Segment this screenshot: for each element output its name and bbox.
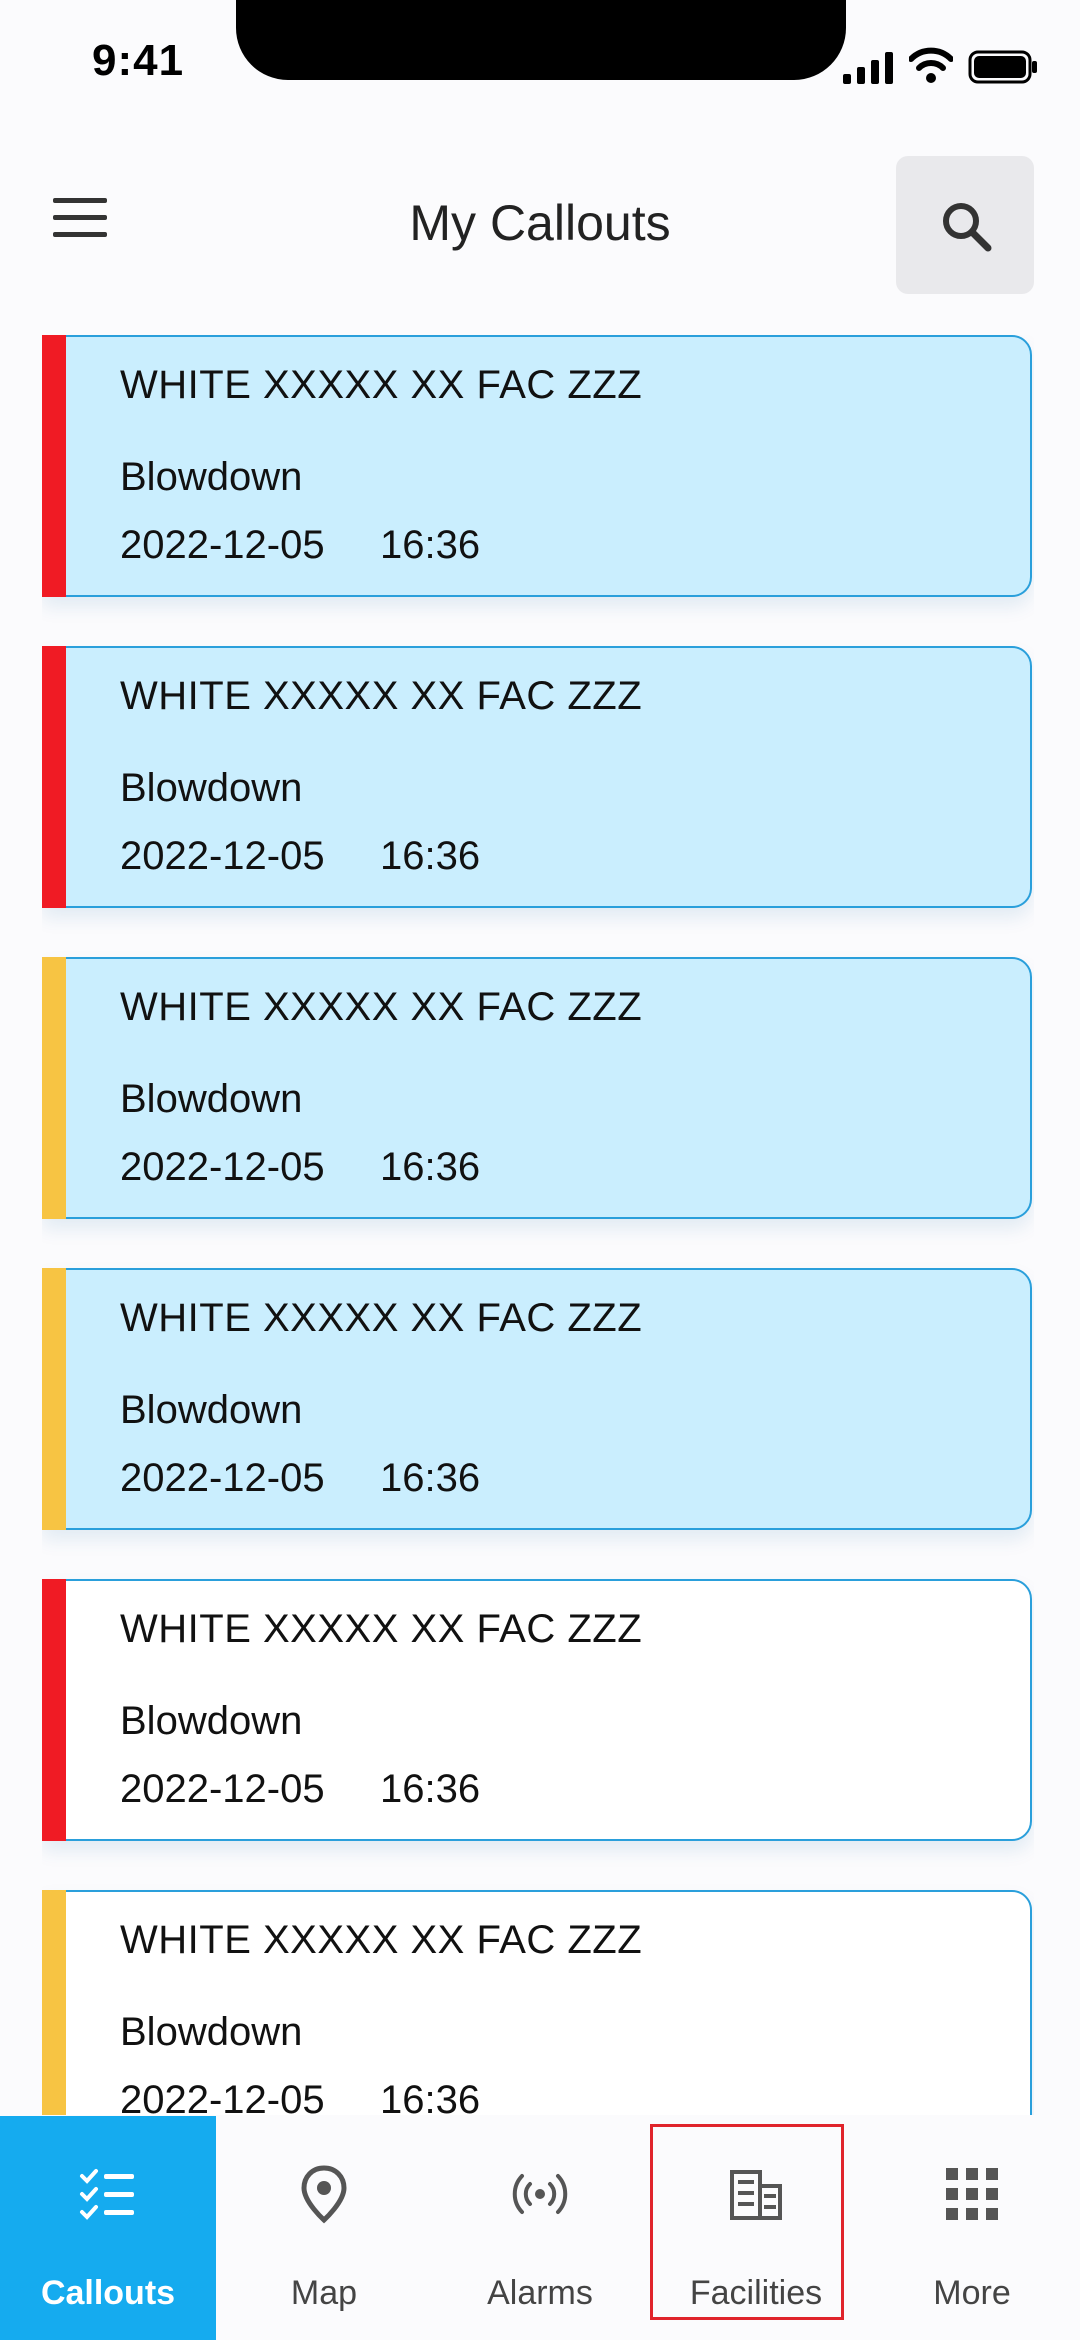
callout-time: 16:36 (380, 523, 481, 567)
building-icon (730, 2170, 782, 2220)
bottom-navigation: Callouts Map Alarms Facilities More (0, 2116, 1080, 2340)
callout-title: WHITE XXXXX XX FAC ZZZ (120, 1296, 643, 1340)
status-bar: 9:41 (0, 0, 1080, 130)
callout-time: 16:36 (380, 1145, 481, 1189)
search-icon (943, 203, 992, 252)
nav-item-callouts[interactable]: Callouts (0, 2116, 216, 2340)
callout-time: 16:36 (380, 1767, 481, 1811)
priority-indicator (42, 1268, 66, 1530)
priority-indicator (42, 957, 66, 1219)
callout-time: 16:36 (380, 834, 481, 878)
map-pin-icon (301, 2165, 347, 2224)
battery-icon (968, 50, 1037, 84)
callout-type: Blowdown (120, 2010, 303, 2054)
callout-time: 16:36 (380, 2078, 481, 2115)
nav-label: More (933, 2274, 1011, 2312)
callout-date: 2022-12-05 (120, 1456, 325, 1500)
callout-card[interactable]: WHITE XXXXX XX FAC ZZZ Blowdown 2022-12-05… (42, 1890, 1032, 2115)
priority-indicator (42, 1579, 66, 1841)
callout-type: Blowdown (120, 1388, 303, 1432)
checklist-icon (80, 2169, 134, 2220)
priority-indicator (42, 646, 66, 908)
callout-time: 16:36 (380, 1456, 481, 1500)
callout-card[interactable]: WHITE XXXXX XX FAC ZZZ Blowdown 2022-12-05… (42, 646, 1032, 908)
status-time: 9:41 (92, 36, 185, 85)
callout-title: WHITE XXXXX XX FAC ZZZ (120, 674, 643, 718)
callout-title: WHITE XXXXX XX FAC ZZZ (120, 985, 643, 1029)
callout-date: 2022-12-05 (120, 2078, 325, 2115)
app-header: My Callouts (0, 150, 1080, 300)
callout-date: 2022-12-05 (120, 1145, 325, 1189)
callout-card[interactable]: WHITE XXXXX XX FAC ZZZ Blowdown 2022-12-05… (42, 335, 1032, 597)
device-notch (236, 0, 846, 80)
grid-icon (946, 2168, 998, 2220)
nav-item-map[interactable]: Map (216, 2116, 432, 2340)
callout-title: WHITE XXXXX XX FAC ZZZ (120, 1918, 643, 1962)
callout-date: 2022-12-05 (120, 523, 325, 567)
nav-item-facilities[interactable]: Facilities (648, 2116, 864, 2340)
priority-indicator (42, 1890, 66, 2115)
cellular-signal-icon (843, 52, 893, 84)
callout-type: Blowdown (120, 455, 303, 499)
wifi-icon (909, 47, 953, 83)
callout-date: 2022-12-05 (120, 1767, 325, 1811)
nav-label: Facilities (689, 2274, 823, 2312)
callout-type: Blowdown (120, 766, 303, 810)
nav-label: Map (290, 2274, 358, 2312)
callout-card[interactable]: WHITE XXXXX XX FAC ZZZ Blowdown 2022-12-05… (42, 957, 1032, 1219)
callout-date: 2022-12-05 (120, 834, 325, 878)
broadcast-icon (512, 2174, 568, 2214)
priority-indicator (42, 335, 66, 597)
nav-item-more[interactable]: More (864, 2116, 1080, 2340)
callout-card[interactable]: WHITE XXXXX XX FAC ZZZ Blowdown 2022-12-05… (42, 1268, 1032, 1530)
callout-title: WHITE XXXXX XX FAC ZZZ (120, 1607, 643, 1651)
nav-label: Callouts (40, 2274, 176, 2312)
callout-title: WHITE XXXXX XX FAC ZZZ (120, 363, 643, 407)
callout-card[interactable]: WHITE XXXXX XX FAC ZZZ Blowdown 2022-12-05… (42, 1579, 1032, 1841)
callout-type: Blowdown (120, 1077, 303, 1121)
nav-item-alarms[interactable]: Alarms (432, 2116, 648, 2340)
search-button[interactable] (896, 156, 1034, 294)
nav-label: Alarms (487, 2274, 593, 2312)
callout-type: Blowdown (120, 1699, 303, 1743)
callout-list[interactable]: WHITE XXXXX XX FAC ZZZ Blowdown 2022-12-05… (42, 335, 1034, 2115)
